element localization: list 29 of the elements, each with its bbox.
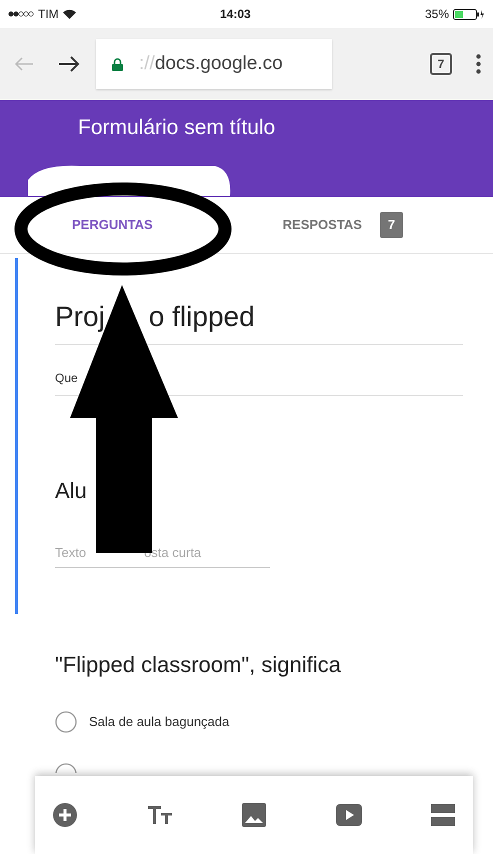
tab-count-button[interactable]: 7 — [430, 53, 452, 75]
image-icon[interactable] — [242, 803, 266, 827]
option-label: Sala de aula bagunçada — [89, 713, 230, 732]
form-heading: Proj — [55, 300, 105, 334]
placeholder-text: Texto — [55, 544, 86, 562]
forward-icon[interactable] — [58, 55, 80, 73]
wifi-icon — [62, 9, 76, 19]
form-heading: o flipped — [148, 300, 255, 334]
text-size-icon[interactable] — [146, 805, 172, 825]
form-description: Que — [55, 371, 78, 385]
status-time: 14:03 — [220, 6, 251, 23]
menu-icon[interactable] — [476, 54, 481, 74]
video-icon[interactable] — [336, 804, 362, 826]
carrier-name: TIM — [38, 6, 59, 23]
radio-icon[interactable] — [55, 711, 77, 733]
signal-icon — [8, 11, 34, 17]
form-title: Formulário sem título — [78, 115, 276, 141]
address-bar[interactable]: ://docs.google.co — [96, 39, 332, 89]
add-question-icon[interactable] — [53, 803, 77, 827]
tab[interactable]: RESPOSTAS — [272, 209, 372, 241]
tab[interactable]: PERGUNTAS — [62, 209, 163, 241]
battery-percent: 35% — [424, 6, 449, 23]
question-title: "Flipped classroom", significa — [55, 652, 341, 677]
section-icon[interactable] — [431, 804, 455, 826]
response-count: 7 — [380, 212, 404, 238]
lock-icon — [112, 58, 123, 70]
battery-icon — [453, 8, 485, 20]
radio-icon[interactable] — [55, 763, 77, 773]
question-title: Alu — [55, 478, 87, 503]
